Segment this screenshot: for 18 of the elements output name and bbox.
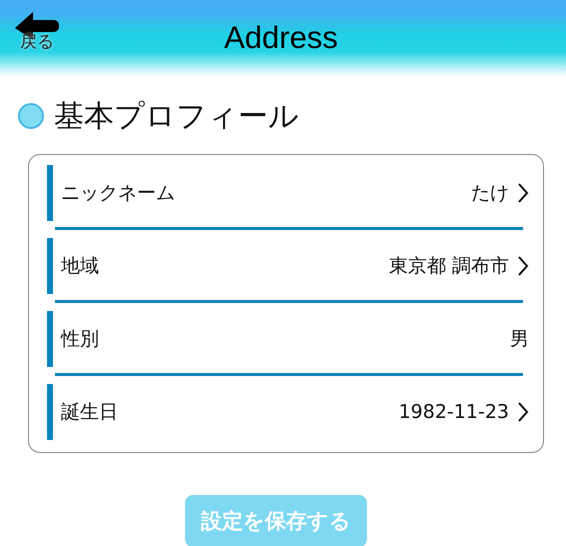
row-label: ニックネーム — [61, 181, 176, 206]
profile-row[interactable]: 地域 東京都 調布市 — [47, 238, 529, 294]
page-title: Address — [224, 20, 338, 56]
profile-row[interactable]: 誕生日 1982-11-23 — [47, 384, 529, 440]
row-value: 1982-11-23 — [398, 401, 509, 423]
profile-row[interactable]: ニックネーム たけ — [47, 165, 529, 221]
chevron-icon — [517, 401, 529, 423]
row-label: 誕生日 — [61, 400, 119, 425]
chevron-icon — [517, 255, 529, 277]
row-label: 性別 — [61, 327, 100, 352]
row-value: 男 — [510, 327, 529, 352]
chevron-icon — [517, 182, 529, 204]
row-value: 東京都 調布市 — [388, 254, 509, 279]
section-title: 基本プロフィール — [54, 98, 299, 136]
circle-icon — [18, 103, 44, 129]
row-value: たけ — [471, 181, 509, 206]
row-label: 地域 — [61, 254, 100, 279]
back-button[interactable]: 戻る — [10, 10, 64, 64]
